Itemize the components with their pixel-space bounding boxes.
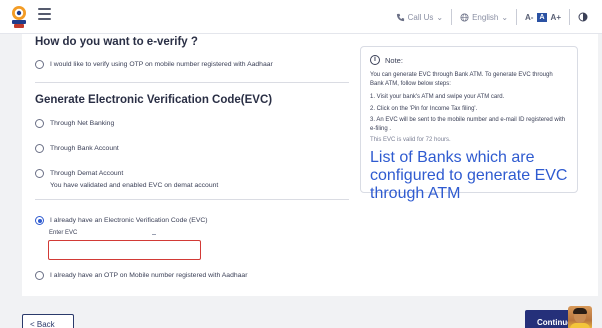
- language-selector[interactable]: English ⌄: [452, 9, 516, 25]
- radio-button[interactable]: [35, 271, 44, 280]
- call-us-menu[interactable]: Call Us ⌄: [388, 9, 451, 25]
- page-title: How do you want to e-verify ?: [35, 36, 198, 48]
- back-button[interactable]: < Back: [22, 314, 74, 328]
- header-utilities: Call Us ⌄ English ⌄ A- A A+: [388, 0, 596, 34]
- contrast-toggle[interactable]: [570, 9, 596, 25]
- option-existing-otp[interactable]: I already have an OTP on Mobile number r…: [35, 271, 248, 280]
- evc-validity: This EVC is valid for 72 hours.: [370, 137, 451, 143]
- assistant-avatar[interactable]: [568, 306, 592, 328]
- info-icon: i: [370, 55, 380, 65]
- contrast-icon: [578, 12, 588, 22]
- option-label: Through Demat Account: [50, 170, 124, 177]
- evc-section-title: Generate Electronic Verification Code(EV…: [35, 94, 273, 106]
- increase-font-button[interactable]: A+: [551, 13, 561, 22]
- option-aadhaar-otp[interactable]: I would like to verify using OTP on mobi…: [35, 60, 273, 69]
- hamburger-icon[interactable]: [38, 8, 51, 20]
- decrease-font-button[interactable]: A-: [525, 13, 533, 22]
- option-label: Through Net Banking: [50, 120, 115, 127]
- note-step: 2. Click on the 'Pin for Income Tax fili…: [370, 105, 478, 112]
- globe-icon: [460, 12, 469, 22]
- divider: [35, 199, 349, 200]
- text-cursor-mark: [152, 234, 156, 235]
- option-net-banking[interactable]: Through Net Banking: [35, 119, 115, 128]
- demat-subtext: You have validated and enabled EVC on de…: [50, 182, 219, 189]
- note-step: 3. An EVC will be sent to the mobile num…: [370, 117, 566, 132]
- note-intro: You can generate EVC through Bank ATM. T…: [370, 72, 553, 87]
- call-us-label: Call Us: [407, 12, 434, 22]
- note-box: i Note: You can generate EVC through Ban…: [360, 46, 578, 202]
- radio-button[interactable]: [35, 144, 44, 153]
- option-label: I already have an Electronic Verificatio…: [50, 217, 208, 224]
- option-bank-account[interactable]: Through Bank Account: [35, 144, 119, 153]
- phone-icon: [396, 13, 404, 21]
- chevron-down-icon: ⌄: [501, 12, 509, 22]
- chevron-down-icon: ⌄: [436, 12, 444, 22]
- top-bar: Call Us ⌄ English ⌄ A- A A+: [0, 0, 602, 34]
- option-label: Through Bank Account: [50, 145, 119, 152]
- e-verify-card: How do you want to e-verify ? I would li…: [22, 34, 598, 296]
- radio-button-selected[interactable]: [35, 216, 44, 225]
- note-step: 1. Visit your bank's ATM and swipe your …: [370, 94, 505, 100]
- evc-field-label: Enter EVC: [49, 230, 78, 236]
- default-font-button[interactable]: A: [537, 12, 547, 22]
- bank-list-link[interactable]: List of Banks which are configured to ge…: [370, 149, 568, 203]
- emblem-icon[interactable]: [8, 4, 30, 30]
- divider: [35, 82, 349, 83]
- note-header: i Note:: [370, 55, 568, 65]
- option-existing-evc[interactable]: I already have an Electronic Verificatio…: [35, 216, 208, 225]
- radio-button[interactable]: [35, 169, 44, 178]
- option-label: I already have an OTP on Mobile number r…: [50, 272, 248, 279]
- language-label: English: [472, 12, 499, 22]
- option-label: I would like to verify using OTP on mobi…: [50, 61, 273, 68]
- note-steps: 1. Visit your bank's ATM and swipe your …: [370, 93, 568, 133]
- radio-button[interactable]: [35, 60, 44, 69]
- radio-button[interactable]: [35, 119, 44, 128]
- option-demat-account[interactable]: Through Demat Account You have validated…: [35, 169, 219, 189]
- font-size-controls: A- A A+: [517, 12, 569, 22]
- note-title: Note:: [385, 55, 403, 65]
- evc-input[interactable]: [48, 240, 201, 260]
